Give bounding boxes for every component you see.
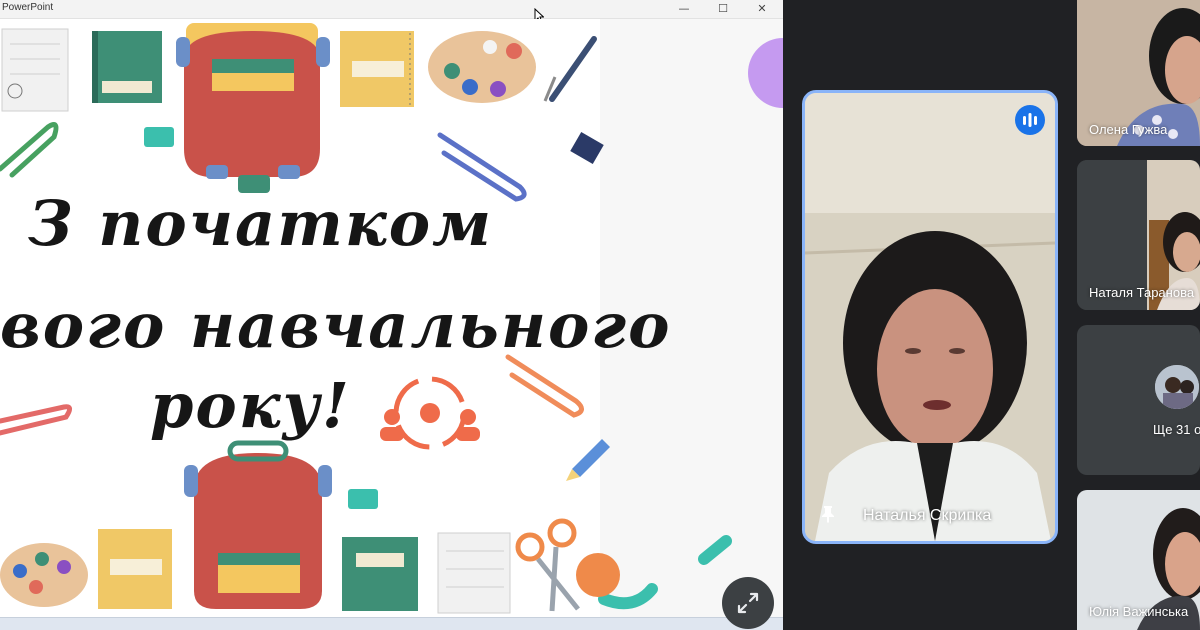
ball-icon: [576, 553, 620, 597]
backpack-icon: [176, 23, 330, 193]
participant-name: Наталья Скрипка: [863, 507, 992, 524]
window-titlebar: PowerPoint — ☐ ✕: [0, 0, 783, 19]
paint-palette-icon: [428, 31, 536, 103]
notebook-icon: [340, 31, 414, 107]
participant-name: Наталя Таранова: [1089, 285, 1195, 300]
expand-arrows-icon: [737, 592, 759, 614]
backpack-icon: [184, 440, 332, 609]
speaker-video: [805, 93, 1055, 541]
slide-title-line-3: року!: [150, 369, 351, 442]
slide-title-line-2: вого навчального: [0, 289, 672, 362]
more-participants-tile[interactable]: Ще 31 о: [1077, 325, 1200, 475]
speaking-indicator: [1015, 105, 1045, 135]
avatar: [1155, 365, 1199, 409]
more-participants-label: Ще 31 о: [1153, 422, 1200, 437]
window-title: PowerPoint: [2, 2, 54, 13]
pin-icon[interactable]: [821, 505, 835, 523]
participant-name: Юлія Важинська: [1089, 604, 1189, 619]
participant-tile[interactable]: Юлія Важинська: [1077, 490, 1200, 630]
teamwork-cycle-icon: [380, 376, 480, 450]
participant-avatar-image: [1155, 365, 1199, 409]
close-button[interactable]: ✕: [745, 0, 779, 18]
paint-palette-icon: [0, 543, 88, 607]
participant-tile[interactable]: Олена Гужва: [1077, 0, 1200, 146]
taskbar-strip: [0, 617, 783, 630]
scissors-icon: [515, 518, 580, 612]
minimize-button[interactable]: —: [667, 0, 701, 18]
binder-clip-icon: [570, 131, 604, 165]
maximize-button[interactable]: ☐: [706, 0, 740, 18]
compass-icon: [543, 36, 597, 102]
notebook-icon: [92, 31, 162, 103]
participant-tile[interactable]: Наталя Таранова: [1077, 160, 1200, 310]
active-speaker-tile[interactable]: Наталья Скрипка: [802, 90, 1058, 544]
presentation-slide: З початком вого навчального року!: [0, 19, 783, 617]
fullscreen-button[interactable]: [722, 577, 774, 629]
audio-level-icon: [1023, 113, 1037, 127]
notebook-icon: [1, 28, 69, 112]
slide-title-line-1: З початком: [28, 187, 494, 260]
shared-screen-window: PowerPoint — ☐ ✕ З початком вого навчаль…: [0, 0, 783, 630]
participant-name: Олена Гужва: [1089, 122, 1168, 137]
